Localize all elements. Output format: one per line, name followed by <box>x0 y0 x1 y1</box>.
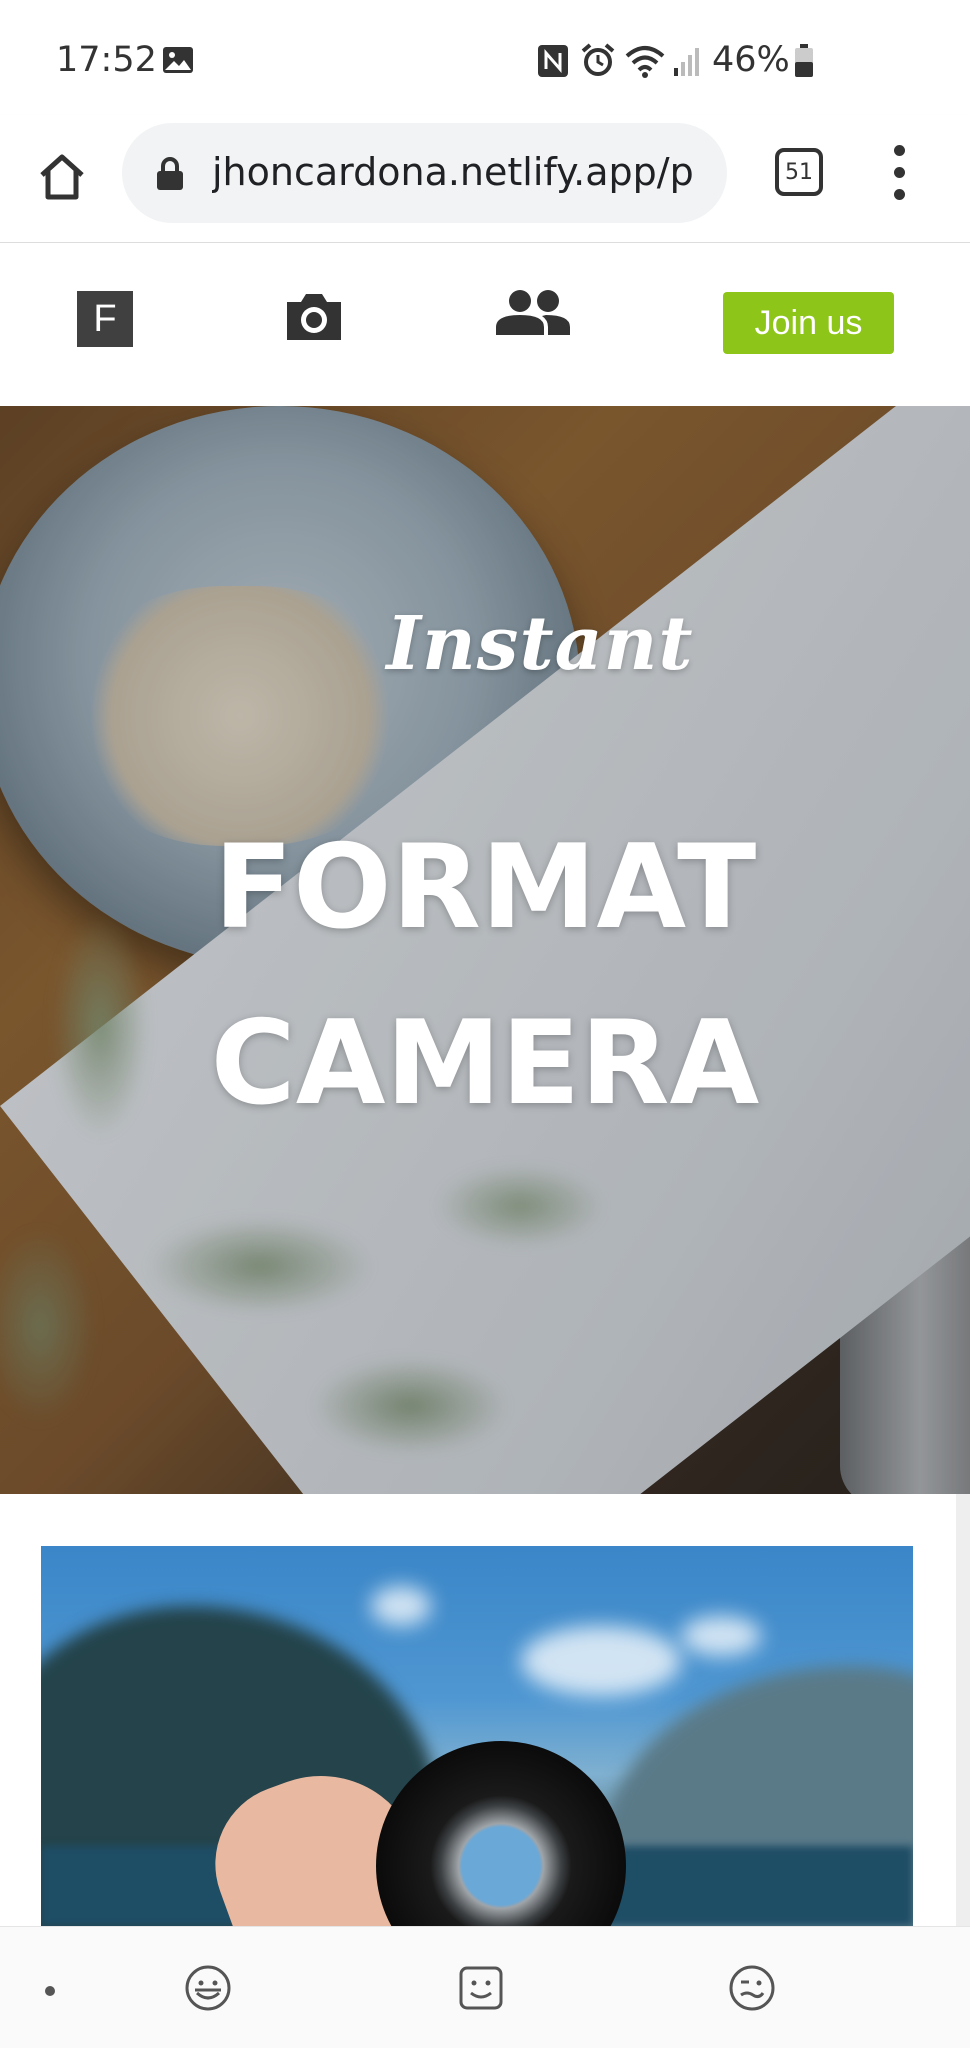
hero-title-line2: CAMERA <box>210 996 760 1131</box>
gallery-icon <box>163 47 193 73</box>
bottom-bar <box>0 1926 970 2048</box>
battery-icon <box>795 44 813 77</box>
address-bar[interactable]: jhoncardona.netlify.app/p <box>122 123 727 223</box>
hero-banner: Instant FORMAT CAMERA <box>0 406 970 1494</box>
lens-photo[interactable] <box>41 1546 913 1926</box>
camera-icon[interactable] <box>283 290 345 342</box>
status-bar: 17:52 46% <box>0 0 970 115</box>
hero-script-text: Instant <box>386 601 694 687</box>
site-logo[interactable]: F <box>77 291 133 347</box>
overflow-menu-icon[interactable] <box>878 145 922 201</box>
emoji-face-icon[interactable] <box>456 1963 506 2013</box>
status-time: 17:52 <box>56 40 157 80</box>
nfc-icon <box>538 45 568 77</box>
browser-toolbar: jhoncardona.netlify.app/p 51 <box>0 115 970 243</box>
tab-switcher-button[interactable]: 51 <box>775 148 823 196</box>
lock-icon <box>157 157 183 190</box>
site-nav: F Join us <box>0 243 970 406</box>
emoji-wink-icon[interactable] <box>727 1963 777 2013</box>
signal-icon <box>674 48 699 76</box>
content-section <box>0 1494 970 1926</box>
dot-icon <box>45 1986 55 1996</box>
people-icon[interactable] <box>496 289 570 335</box>
url-text: jhoncardona.netlify.app/p <box>212 150 694 194</box>
wifi-icon <box>625 46 665 78</box>
join-us-button[interactable]: Join us <box>723 292 894 354</box>
emoji-smile-icon[interactable] <box>183 1963 233 2013</box>
battery-percent: 46% <box>712 40 790 80</box>
hero-title-line1: FORMAT <box>213 820 757 955</box>
scrollbar[interactable] <box>956 1494 970 1926</box>
home-icon[interactable] <box>36 151 88 203</box>
alarm-icon <box>581 43 615 76</box>
